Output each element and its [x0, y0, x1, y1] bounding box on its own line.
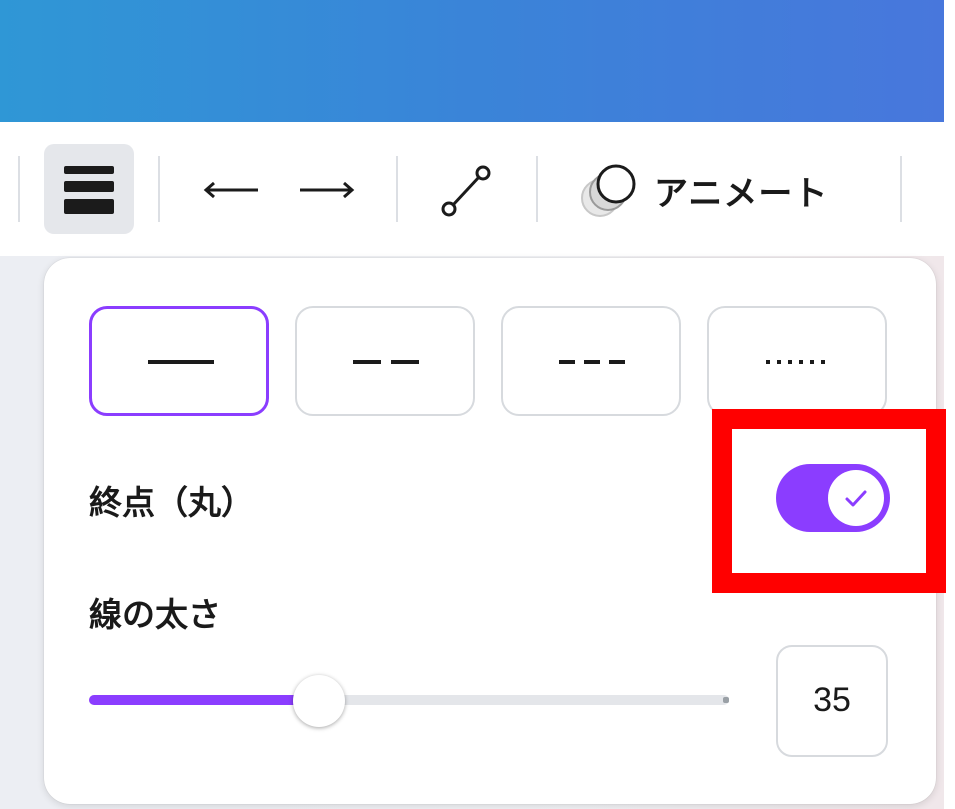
arrow-right-icon[interactable]	[296, 172, 358, 208]
editor-header-bar	[0, 0, 944, 122]
line-style-dotted-button[interactable]	[707, 306, 887, 416]
solid-line-icon	[148, 360, 214, 364]
slider-end-marker	[723, 697, 729, 703]
animate-label: アニメート	[654, 174, 829, 214]
arrow-left-icon[interactable]	[200, 172, 262, 208]
line-connector-icon[interactable]	[436, 162, 496, 222]
thickness-slider-thumb[interactable]	[293, 675, 345, 727]
line-style-solid-button[interactable]	[89, 306, 269, 416]
toolbar-divider	[396, 156, 398, 222]
dotted-line-icon	[766, 360, 832, 364]
toolbar-divider	[158, 156, 160, 222]
line-toolbar: アニメート	[0, 122, 944, 256]
animate-circles-icon	[581, 164, 636, 217]
toolbar-divider	[536, 156, 538, 222]
thickness-slider-fill	[89, 695, 319, 705]
annotation-highlight-box	[712, 409, 946, 593]
thickness-value-input[interactable]: 35	[776, 645, 888, 757]
thickness-slider-track[interactable]	[89, 695, 729, 705]
toolbar-divider	[900, 156, 902, 222]
short-dash-line-icon	[559, 360, 625, 364]
round-end-label: 終点（丸）	[89, 483, 254, 522]
long-dash-line-icon	[353, 360, 419, 364]
line-weight-button[interactable]	[44, 144, 134, 234]
line-style-short-dash-button[interactable]	[501, 306, 681, 416]
line-style-long-dash-button[interactable]	[295, 306, 475, 416]
toolbar-divider	[18, 156, 20, 222]
line-thickness-label: 線の太さ	[89, 595, 221, 634]
